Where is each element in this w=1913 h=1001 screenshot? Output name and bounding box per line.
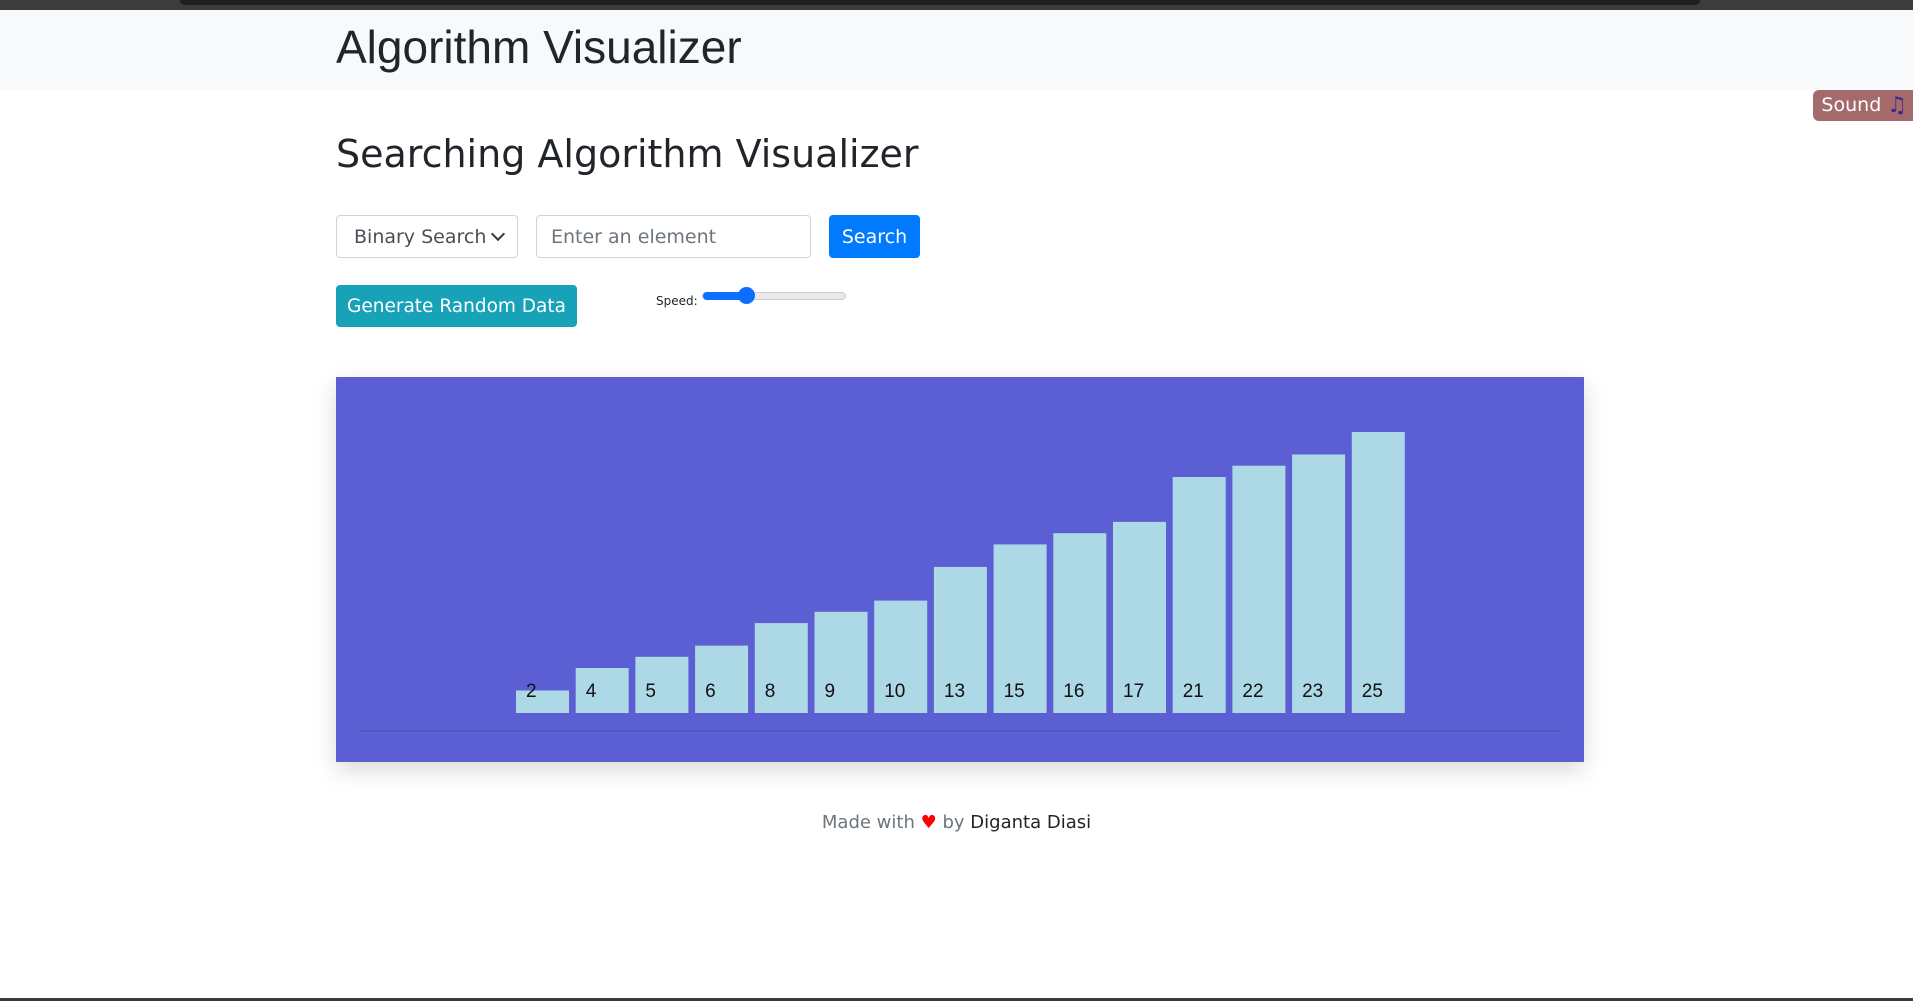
- chart-bar-label: 8: [765, 681, 776, 702]
- footer-prefix: Made with: [821, 812, 915, 833]
- chart-bar-label: 9: [825, 681, 836, 702]
- chart-bar: [754, 623, 808, 713]
- algorithm-select[interactable]: Binary Search: [336, 215, 518, 258]
- chart-bar-label: 25: [1362, 681, 1383, 702]
- speed-label: Speed:: [656, 294, 698, 308]
- chart-bar: [1172, 477, 1226, 713]
- footer-author: Diganta Diasi: [970, 812, 1092, 833]
- chevron-down-icon: [490, 226, 506, 242]
- chart-bar-label: 6: [705, 681, 716, 702]
- navbar-brand[interactable]: Algorithm Visualizer: [336, 20, 742, 74]
- sound-toggle[interactable]: Sound ♫: [1813, 90, 1913, 121]
- chart-bar-label: 15: [1004, 681, 1025, 702]
- chart-bar: [575, 668, 629, 713]
- chart-bar-label: 10: [884, 681, 905, 702]
- sound-label: Sound: [1821, 94, 1882, 116]
- footer: Made with ♥ by Diganta Diasi: [0, 812, 1913, 833]
- page-title: Searching Algorithm Visualizer: [336, 132, 919, 176]
- chart-bar-label: 21: [1183, 681, 1204, 702]
- music-note-icon: ♫: [1887, 93, 1907, 118]
- navbar: Algorithm Visualizer: [0, 10, 1913, 90]
- chart-bar-label: 5: [645, 681, 656, 702]
- chart-bar-label: 22: [1242, 681, 1263, 702]
- chart-bar-label: 16: [1063, 681, 1084, 702]
- chart-bar: [695, 645, 749, 713]
- chart-bar: [814, 611, 868, 713]
- speed-slider[interactable]: [702, 287, 846, 304]
- heart-icon: ♥: [920, 812, 937, 833]
- browser-top-bar: [180, 0, 1700, 5]
- chart-bar: [1292, 454, 1346, 713]
- search-button[interactable]: Search: [829, 215, 920, 258]
- chart-bar: [1351, 432, 1405, 713]
- visualizer-chart: 2 4 5 6 8 9 10 13 15 16 17 21 22 23 25: [336, 377, 1584, 762]
- footer-by: by: [942, 812, 965, 833]
- search-input[interactable]: [536, 215, 811, 258]
- browser-top-strip: [0, 0, 1913, 10]
- generate-random-data-button[interactable]: Generate Random Data: [336, 285, 577, 327]
- chart-bar: [1232, 465, 1286, 713]
- speed-slider-thumb[interactable]: [738, 287, 755, 304]
- chart-bar-label: 4: [586, 681, 597, 702]
- chart-bar-label: 23: [1302, 681, 1323, 702]
- chart-bar: [635, 656, 689, 713]
- chart-bar-label: 2: [526, 681, 537, 702]
- bar-chart-svg: 2 4 5 6 8 9 10 13 15 16 17 21 22 23 25: [360, 432, 1560, 732]
- algorithm-select-value: Binary Search: [354, 225, 487, 248]
- chart-bar-label: 17: [1123, 681, 1144, 702]
- chart-bar: [516, 690, 569, 713]
- chart-bar-label: 13: [944, 681, 965, 702]
